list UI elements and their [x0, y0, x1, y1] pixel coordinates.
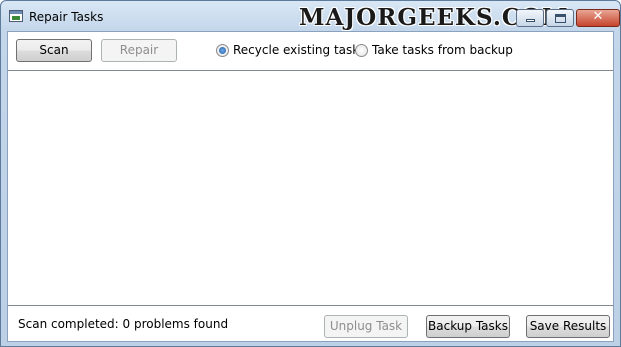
- status-message: Scan completed: 0 problems found: [18, 317, 229, 331]
- backup-tasks-button[interactable]: Backup Tasks: [426, 315, 510, 338]
- scan-button[interactable]: Scan: [16, 39, 92, 62]
- minimize-button[interactable]: [516, 9, 544, 27]
- close-icon: ✕: [592, 9, 604, 24]
- title-bar[interactable]: Repair Tasks MAJORGEEKS.COM ✕: [1, 1, 620, 31]
- close-button[interactable]: ✕: [576, 9, 620, 27]
- minimize-icon: [526, 19, 535, 22]
- repair-button[interactable]: Repair: [101, 39, 177, 62]
- window-title: Repair Tasks: [29, 10, 104, 24]
- app-window-icon[interactable]: [9, 10, 23, 22]
- radio-label: Take tasks from backup: [372, 43, 513, 57]
- maximize-button[interactable]: [546, 9, 574, 27]
- radio-selected-icon[interactable]: [216, 44, 229, 57]
- maximize-icon: [555, 14, 566, 23]
- radio-label: Recycle existing tasks: [233, 43, 366, 57]
- unplug-task-button[interactable]: Unplug Task: [324, 315, 408, 338]
- radio-unselected-icon[interactable]: [355, 44, 368, 57]
- client-area: Scan Repair Recycle existing tasks Take …: [7, 31, 614, 342]
- results-list[interactable]: [8, 70, 613, 306]
- save-results-button[interactable]: Save Results: [526, 315, 610, 338]
- app-window: Repair Tasks MAJORGEEKS.COM ✕ Scan Repai…: [0, 0, 621, 347]
